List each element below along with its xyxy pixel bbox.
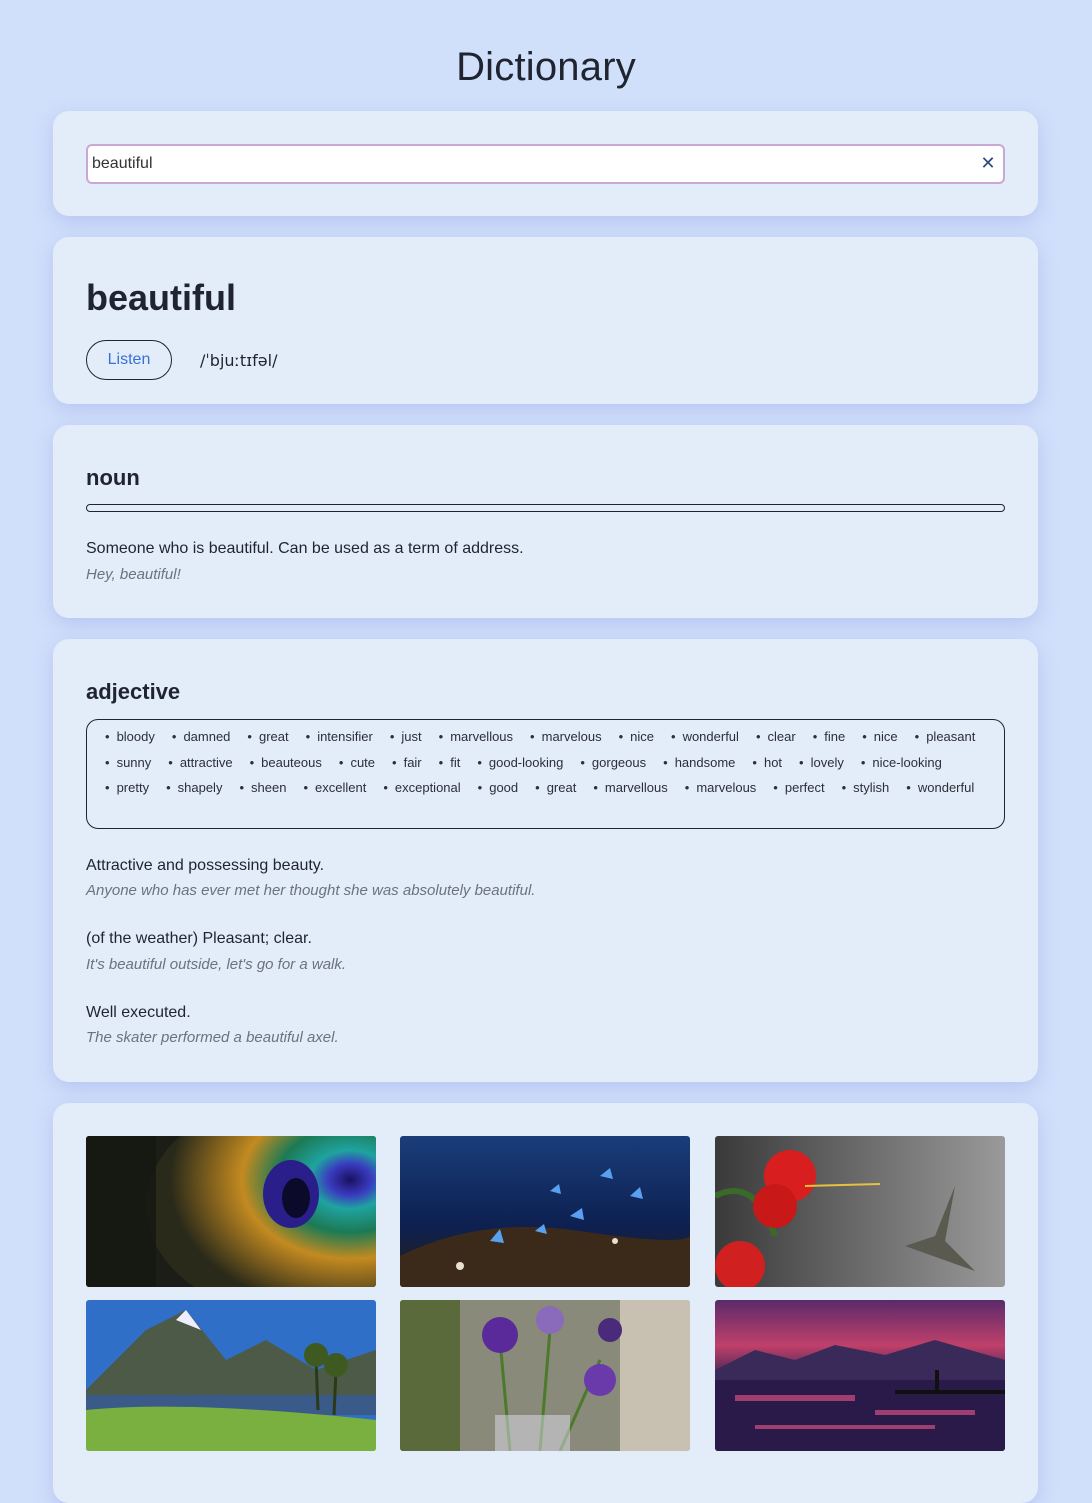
synonym-chip[interactable]: sunny [105, 753, 152, 779]
synonym-chip[interactable]: marvelous [530, 727, 602, 753]
synonym-chip[interactable]: pleasant [915, 727, 975, 753]
synonym-chip[interactable]: pretty [105, 778, 150, 804]
part-of-speech: noun [86, 465, 140, 490]
synonym-chip[interactable]: damned [172, 727, 230, 753]
mountain-lake-photo [86, 1300, 376, 1451]
synonym-chip[interactable]: great [247, 727, 289, 753]
synonym-chip[interactable]: nice [862, 727, 898, 753]
synonym-chip[interactable]: intensifier [306, 727, 373, 753]
search-card: ✕ [53, 111, 1038, 216]
synonym-chip[interactable]: nice-looking [861, 753, 941, 779]
page-title: Dictionary [456, 45, 636, 89]
synonym-chip[interactable]: cute [339, 753, 375, 779]
synonym-chip[interactable]: wonderful [906, 778, 974, 804]
part-of-speech: adjective [86, 679, 181, 704]
synonym-chip[interactable]: marvellous [439, 727, 513, 753]
listen-button[interactable]: Listen [86, 340, 172, 380]
synonym-chip[interactable]: fit [439, 753, 460, 779]
example-text: Hey, beautiful! [86, 566, 181, 583]
synonym-chip[interactable]: lovely [799, 753, 844, 779]
images-card [53, 1103, 1038, 1503]
divider [86, 504, 1005, 512]
synonym-chip[interactable]: just [390, 727, 421, 753]
synonym-chip[interactable]: exceptional [383, 778, 461, 804]
synonym-chip[interactable]: bloody [105, 727, 155, 753]
search-input[interactable] [92, 146, 972, 182]
synonym-chip[interactable]: stylish [842, 778, 889, 804]
synonym-chip[interactable]: sheen [239, 778, 286, 804]
synonym-chip[interactable]: good-looking [477, 753, 563, 779]
synonym-chip[interactable]: good [478, 778, 518, 804]
synonym-chip[interactable]: excellent [303, 778, 366, 804]
synonym-chip[interactable]: clear [756, 727, 796, 753]
meaning-card-adjective: adjective bloody damned great intensifier ju… [53, 639, 1038, 1082]
synonym-chip[interactable]: marvellous [593, 778, 668, 804]
sunset-lake-photo [715, 1300, 1005, 1451]
synonym-chip[interactable]: marvelous [685, 778, 756, 804]
search-box: ✕ [86, 144, 1005, 184]
example-text: Anyone who has ever met her thought she … [86, 882, 536, 899]
definition-text: Someone who is beautiful. Can be used as… [86, 540, 524, 557]
definition-text: (of the weather) Pleasant; clear. [86, 930, 312, 947]
synonym-chip[interactable]: great [535, 778, 577, 804]
synonym-chip[interactable]: hot [752, 753, 782, 779]
synonym-chip[interactable]: nice [619, 727, 654, 753]
synonyms-list: bloody damned great intensifier just marvello… [86, 719, 1005, 829]
synonym-chip[interactable]: attractive [168, 753, 233, 779]
definition-text: Well executed. [86, 1004, 191, 1021]
blue-butterflies-photo [400, 1136, 690, 1287]
hummingbird-hibiscus-photo [715, 1136, 1005, 1287]
synonym-chip[interactable]: fine [813, 727, 845, 753]
synonym-chip[interactable]: perfect [773, 778, 825, 804]
peacock-feather-photo [86, 1136, 376, 1287]
example-text: The skater performed a beautiful axel. [86, 1029, 339, 1046]
phonetic-text: /ˈbjuːtɪfəl/ [200, 351, 278, 370]
synonym-chip[interactable]: wonderful [671, 727, 739, 753]
meaning-card-noun: noun Someone who is beautiful. Can be us… [53, 425, 1038, 618]
example-text: It's beautiful outside, let's go for a w… [86, 956, 347, 973]
synonym-chip[interactable]: beauteous [250, 753, 322, 779]
synonym-chip[interactable]: handsome [663, 753, 736, 779]
purple-flowers-vase-photo [400, 1300, 690, 1451]
definition-text: Attractive and possessing beauty. [86, 857, 325, 874]
synonym-chip[interactable]: shapely [166, 778, 223, 804]
synonym-chip[interactable]: fair [392, 753, 422, 779]
word-heading: beautiful [86, 277, 236, 318]
close-icon[interactable]: ✕ [979, 154, 997, 172]
synonym-chip[interactable]: gorgeous [580, 753, 646, 779]
word-card: beautiful Listen /ˈbjuːtɪfəl/ [53, 237, 1038, 404]
